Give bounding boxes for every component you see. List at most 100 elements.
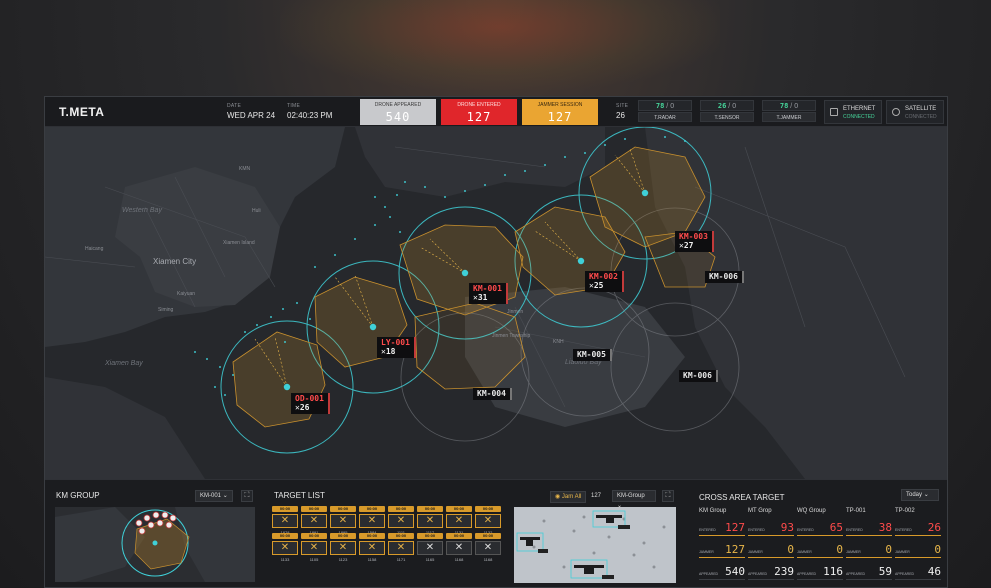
bottom-panels: KM GROUP KM-001 ⌄ ⛶ TARGET LIST ◉ Jam Al… xyxy=(45,479,947,587)
target-list-item[interactable]: 00:00 ✕ 1171 xyxy=(388,533,414,565)
counter-label: DRONE ENTERED xyxy=(457,102,501,108)
date-label: DATE xyxy=(227,103,242,109)
map-target-km-006[interactable]: KM-006 xyxy=(705,271,744,283)
sensor-name: T.SENSOR xyxy=(700,112,754,122)
stat-row-appeared: APPEARED 116 xyxy=(797,560,843,580)
sensor-sensor[interactable]: 26 / 0 T.SENSOR xyxy=(700,100,754,124)
sensor-zero: 0 xyxy=(670,103,675,110)
target-timer-badge: 00:00 xyxy=(359,506,385,512)
target-id: 1171 xyxy=(396,557,406,562)
target-list-item[interactable]: 00:00 ✕ 1133 xyxy=(272,533,298,565)
drone-icon: ✕ xyxy=(359,541,385,555)
cross-area-group[interactable]: KM Group ENTERED 127 JAMMER 127 APPEARED 540 xyxy=(699,508,745,580)
target-name: KM-003 xyxy=(679,232,708,241)
background-glow xyxy=(280,0,720,90)
cross-area-group[interactable]: MT Grop ENTERED 93 JAMMER 0 APPEARED 239 xyxy=(748,508,794,580)
place-jinmen: Jinmen xyxy=(507,309,524,315)
place-siming: Siming xyxy=(158,307,174,313)
sensor-radar[interactable]: 78 / 0 T.RADAR xyxy=(638,100,692,124)
place-jinmen-township: Jinmen Township xyxy=(492,333,531,339)
drone-icon: ✕ xyxy=(475,514,501,528)
km-group-minimap[interactable] xyxy=(55,507,255,582)
target-id: 1105 xyxy=(309,557,319,562)
target-count: ✕26 xyxy=(295,403,310,412)
map-target-km-001[interactable]: KM-001 ✕31 xyxy=(469,283,508,304)
km-group-select-value: KM-001 xyxy=(200,493,222,499)
target-timer-badge: 00:00 xyxy=(330,506,356,512)
jam-all-button[interactable]: ◉ Jam All xyxy=(550,491,587,503)
map-target-od-001[interactable]: OD-001 ✕26 xyxy=(291,393,330,414)
map-target-ly-001[interactable]: LY-001 ✕18 xyxy=(377,337,416,358)
dashboard-window: T.META DATE WED APR 24 TIME 02:40:23 PM … xyxy=(44,96,948,588)
stat-row-appeared: APPEARED 59 xyxy=(846,560,892,580)
map-target-km-003[interactable]: KM-003 ✕27 xyxy=(675,231,714,252)
target-timer-badge: 00:00 xyxy=(272,506,298,512)
cross-area-group[interactable]: WQ Group ENTERED 65 JAMMER 0 APPEARED 116 xyxy=(797,508,843,580)
group-select[interactable]: KM-Group ⌄ xyxy=(612,490,656,509)
group-name: TP-002 xyxy=(895,508,915,514)
target-list-item[interactable]: 00:00 ✕ 1168 xyxy=(446,533,472,565)
cross-area-group[interactable]: TP-002 ENTERED 26 JAMMER 0 APPEARED 46 xyxy=(895,508,941,580)
sensor-jammer[interactable]: 78 / 0 T.JAMMER xyxy=(762,100,816,124)
sensor-active-count: 26 xyxy=(717,102,727,110)
counter-drone-appeared[interactable]: DRONE APPEARED 540 xyxy=(360,99,436,125)
cross-area-group[interactable]: TP-001 ENTERED 38 JAMMER 0 APPEARED 59 xyxy=(846,508,892,580)
target-list-item[interactable]: 00:00 ✕ 1168 xyxy=(475,533,501,565)
jam-count: 127 xyxy=(591,493,602,499)
target-count: ✕31 xyxy=(473,293,488,302)
km-group-select[interactable]: KM-001 ⌄ xyxy=(195,490,233,502)
map-target-km-002[interactable]: KM-002 ✕25 xyxy=(585,271,624,292)
cross-area-title: CROSS AREA TARGET xyxy=(699,493,785,502)
stat-value: 127 xyxy=(725,521,745,534)
group-name: TP-001 xyxy=(846,508,866,514)
site-value: 26 xyxy=(616,111,625,120)
target-timer-badge: 00:00 xyxy=(359,533,385,539)
stat-row-jammer: JAMMER 0 xyxy=(846,538,892,558)
expand-icon[interactable]: ⛶ xyxy=(241,490,253,502)
drone-icon: ✕ xyxy=(330,541,356,555)
target-list-item[interactable]: 00:00 ✕ 1123 xyxy=(330,533,356,565)
place-huli: Huli xyxy=(252,208,261,214)
counter-jammer-session[interactable]: JAMMER SESSION 127 xyxy=(522,99,598,125)
target-list-item[interactable]: 00:00 ✕ 1105 xyxy=(301,533,327,565)
target-timer-badge: 00:00 xyxy=(417,506,443,512)
target-list-item[interactable]: 00:00 ✕ 1165 xyxy=(417,533,443,565)
target-timer-badge: 00:00 xyxy=(475,533,501,539)
target-id: 1165 xyxy=(425,557,435,562)
sensor-name: T.JAMMER xyxy=(762,112,816,122)
counter-drone-entered[interactable]: DRONE ENTERED 127 xyxy=(441,99,517,125)
stat-row-appeared: APPEARED 46 xyxy=(895,560,941,580)
place-kmn: KMN xyxy=(239,166,251,172)
stat-value: 59 xyxy=(878,565,892,578)
stat-label: ENTERED xyxy=(748,528,765,532)
target-timer-badge: 00:00 xyxy=(388,506,414,512)
time-value: 02:40:23 PM xyxy=(287,111,333,120)
expand-icon[interactable]: ⛶ xyxy=(662,490,674,502)
period-select[interactable]: Today ⌄ xyxy=(901,489,939,501)
map-target-km-006-b[interactable]: KM-006 xyxy=(679,370,718,382)
camera-feed[interactable] xyxy=(514,507,676,583)
map-view[interactable]: Xiamen City Huli Haicang Siming KMN West… xyxy=(45,127,947,479)
target-timer-badge: 00:00 xyxy=(446,533,472,539)
drone-icon: ✕ xyxy=(301,541,327,555)
site-group: SITE 26 xyxy=(616,103,628,120)
ethernet-status[interactable]: ETHERNET CONNECTED xyxy=(824,100,882,124)
target-count: ✕18 xyxy=(381,347,396,356)
target-name: LY-001 xyxy=(381,338,410,347)
sensor-zero: 0 xyxy=(794,103,799,110)
stat-row-jammer: JAMMER 127 xyxy=(699,538,745,558)
map-target-km-004[interactable]: KM-004 xyxy=(473,388,512,400)
sensor-count: 26 / 0 xyxy=(700,100,754,111)
map-target-km-005[interactable]: KM-005 xyxy=(573,349,612,361)
target-timer-badge: 00:00 xyxy=(301,533,327,539)
place-western-bay: Western Bay xyxy=(122,207,162,214)
stat-value: 0 xyxy=(885,543,892,556)
drone-icon: ✕ xyxy=(417,541,443,555)
satellite-status[interactable]: SATELLITE CONNECTED xyxy=(886,100,944,124)
target-list-item[interactable]: 00:00 ✕ 1158 xyxy=(359,533,385,565)
target-timer-badge: 00:00 xyxy=(446,506,472,512)
target-name: KM-002 xyxy=(589,272,618,281)
stat-row-jammer: JAMMER 0 xyxy=(797,538,843,558)
target-name: OD-001 xyxy=(295,394,324,403)
stat-label: APPEARED xyxy=(699,572,719,576)
